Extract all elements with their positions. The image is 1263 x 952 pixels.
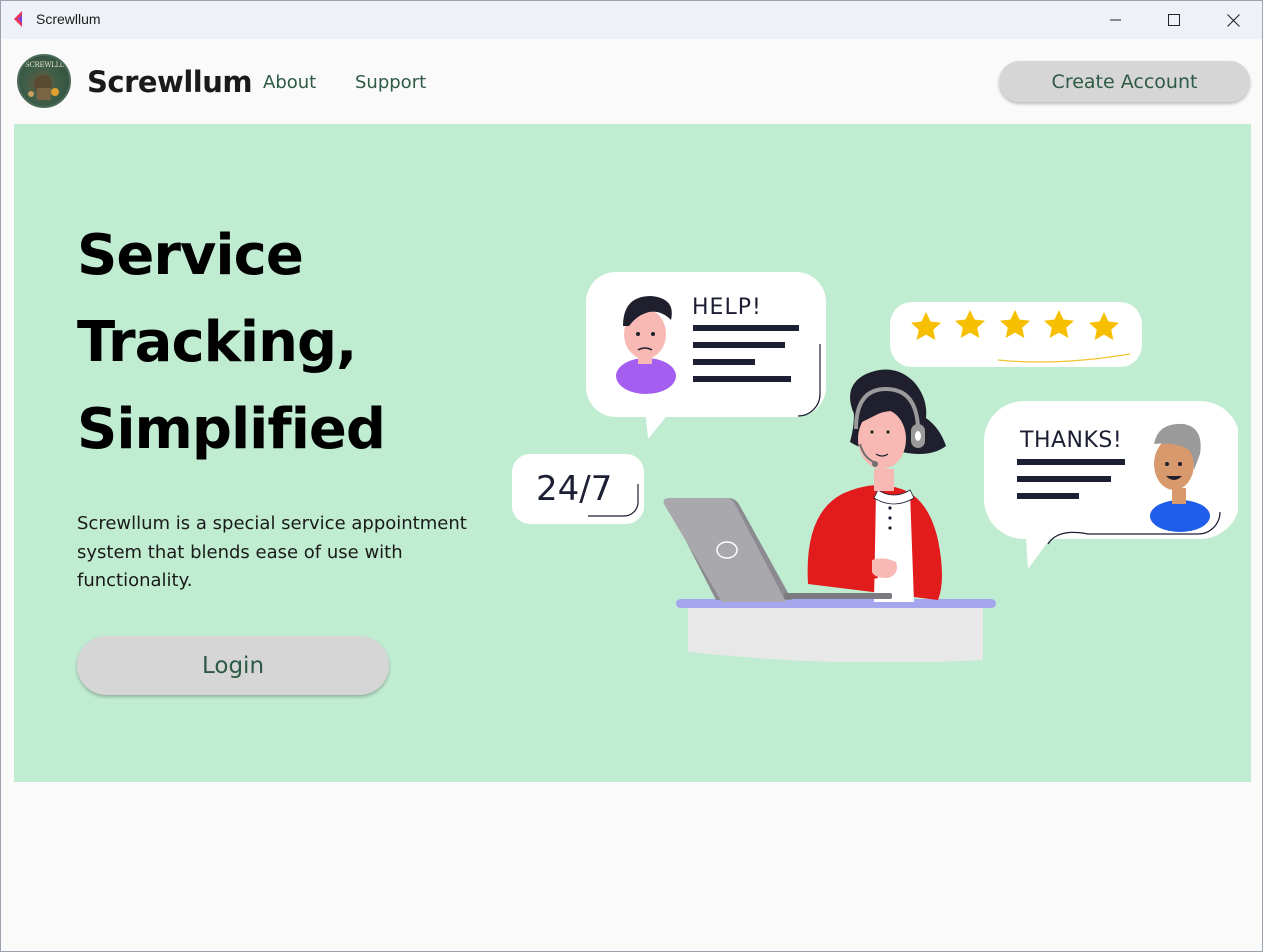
help-text: HELP! [692,295,762,320]
app-window: Screwllum SCREWLLUM Screwllum About Supp… [0,0,1263,952]
availability-text: 24/7 [536,469,612,509]
close-icon [1226,13,1240,27]
desk [676,599,996,664]
maximize-button[interactable] [1145,1,1203,39]
hero-title-line: Tracking, [77,310,357,375]
hero-section: Service Tracking, Simplified Screwllum i… [14,124,1251,782]
top-navbar: SCREWLLUM Screwllum About Support Create… [1,39,1262,124]
logo-art-icon [28,75,59,100]
close-button[interactable] [1204,1,1262,39]
availability-bubble: 24/7 [512,454,644,524]
hero-title-line: Simplified [77,397,386,462]
flutter-app-icon [14,11,22,27]
thanks-speech-bubble: THANKS! [984,401,1238,569]
brand-logo[interactable]: SCREWLLUM [17,54,71,108]
minimize-icon [1110,19,1121,21]
nav-link-support[interactable]: Support [355,72,426,93]
thanks-text: THANKS! [1019,428,1122,453]
hero-title-line: Service [77,223,304,288]
nav-link-about[interactable]: About [263,72,316,93]
customer-support-illustration: HELP! 24/7 THANKS! [512,272,1238,664]
support-agent-icon [807,369,946,602]
title-bar[interactable]: Screwllum [1,1,1262,39]
brand-name: Screwllum [87,65,253,99]
maximize-icon [1168,14,1180,26]
rating-bubble [890,302,1142,367]
minimize-button[interactable] [1087,1,1145,39]
window-title: Screwllum [36,11,101,27]
hero-title: Service Tracking, Simplified [77,212,497,473]
login-button[interactable]: Login [77,636,389,695]
help-speech-bubble: HELP! [586,272,826,439]
hero-description: Screwllum is a special service appointme… [77,513,467,591]
create-account-button[interactable]: Create Account [999,61,1250,102]
